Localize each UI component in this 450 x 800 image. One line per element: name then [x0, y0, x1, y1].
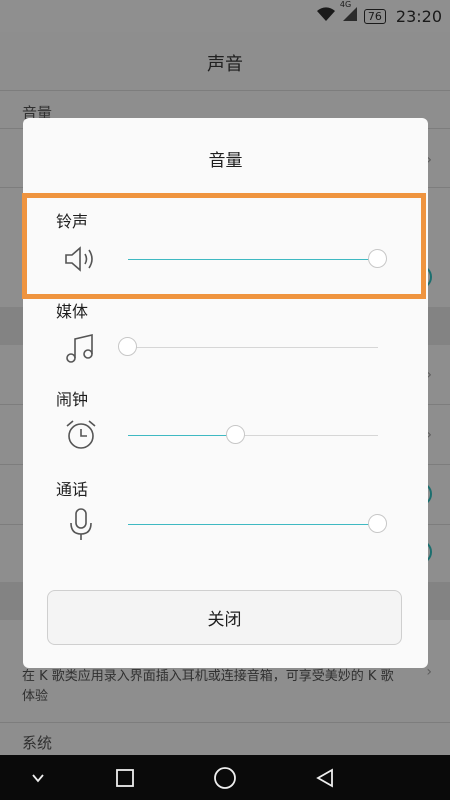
ringtone-label: 铃声 [56, 212, 89, 231]
karaoke-description: 在 K 歌类应用录入界面插入耳机或连接音箱，可享受美妙的 K 歌体验 [22, 669, 394, 704]
alarm-label: 闹钟 [56, 390, 89, 409]
slider-thumb[interactable] [118, 337, 137, 356]
ringtone-volume-slider[interactable] [128, 249, 387, 268]
close-button[interactable]: 关闭 [47, 590, 402, 645]
slider-fill [128, 524, 378, 525]
home-icon[interactable] [212, 765, 238, 791]
network-type: 4G [339, 0, 352, 9]
alarm-volume-slider[interactable] [128, 425, 378, 444]
battery-indicator: 76 [363, 8, 386, 24]
slider-fill [128, 259, 378, 260]
volume-dialog: 音量 铃声 媒体 闹钟 通话 关闭 [23, 118, 428, 668]
music-note-icon [63, 330, 99, 366]
call-volume-slider[interactable] [128, 514, 387, 533]
navigation-bar [0, 755, 450, 800]
slider-thumb[interactable] [225, 425, 245, 444]
status-bar: 4G 76 23:20 [0, 0, 450, 32]
microphone-icon [63, 506, 99, 542]
section-header-system: 系统 [22, 734, 53, 752]
alarm-clock-icon [63, 417, 99, 453]
back-icon[interactable] [312, 765, 338, 791]
media-label: 媒体 [56, 302, 89, 321]
chevron-down-icon[interactable] [25, 765, 51, 791]
call-label: 通话 [56, 480, 89, 499]
recents-icon[interactable] [112, 765, 138, 791]
slider-thumb[interactable] [368, 514, 387, 533]
media-volume-slider[interactable] [118, 337, 378, 356]
divider [0, 90, 450, 91]
signal-icon: 4G [340, 0, 358, 26]
chevron-right-icon[interactable]: › [426, 664, 432, 680]
slider-thumb[interactable] [368, 249, 387, 268]
wifi-icon [316, 6, 336, 26]
speaker-icon [63, 241, 99, 277]
page-title: 声音 [207, 54, 243, 75]
dialog-title: 音量 [208, 151, 243, 171]
clock: 23:20 [395, 6, 442, 26]
divider [0, 722, 450, 723]
slider-fill [128, 435, 236, 436]
